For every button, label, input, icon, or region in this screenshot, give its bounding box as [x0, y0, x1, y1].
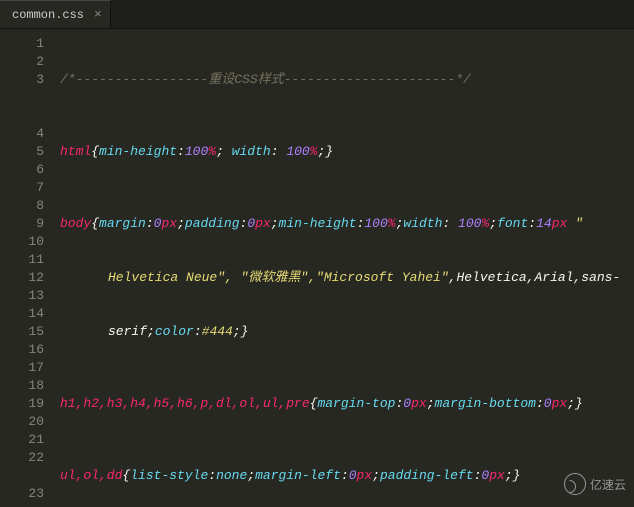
code-line: Helvetica Neue", "微软雅黑","Microsoft Yahei… [60, 269, 634, 287]
tab-common-css[interactable]: common.css × [0, 0, 111, 28]
line-number: 4 [0, 125, 44, 143]
watermark-text: 亿速云 [590, 476, 626, 493]
line-number [0, 89, 44, 107]
watermark: 亿速云 [564, 473, 626, 495]
line-number: 2 [0, 53, 44, 71]
line-number: 21 [0, 431, 44, 449]
line-number: 10 [0, 233, 44, 251]
line-number: 3 [0, 71, 44, 89]
line-number: 8 [0, 197, 44, 215]
close-icon[interactable]: × [94, 7, 102, 22]
line-number: 5 [0, 143, 44, 161]
line-number: 18 [0, 377, 44, 395]
line-number: 11 [0, 251, 44, 269]
line-number [0, 107, 44, 125]
line-number: 6 [0, 161, 44, 179]
line-number: 20 [0, 413, 44, 431]
code-line: ul,ol,dd{list-style:none;margin-left:0px… [60, 467, 634, 485]
line-number: 15 [0, 323, 44, 341]
code-line: /*-----------------重设CSS样式--------------… [60, 71, 634, 89]
line-number: 23 [0, 485, 44, 503]
line-number: 12 [0, 269, 44, 287]
tab-bar: common.css × [0, 0, 634, 29]
line-number: 14 [0, 305, 44, 323]
gutter: 1 2 3 4 5 6 7 8 9 10 11 12 13 14 15 16 1… [0, 29, 52, 507]
code-area[interactable]: /*-----------------重设CSS样式--------------… [52, 29, 634, 507]
line-number: 1 [0, 35, 44, 53]
editor: 1 2 3 4 5 6 7 8 9 10 11 12 13 14 15 16 1… [0, 29, 634, 507]
code-line: h1,h2,h3,h4,h5,h6,p,dl,ol,ul,pre{margin-… [60, 395, 634, 413]
cloud-icon [564, 473, 586, 495]
code-line: body{margin:0px;padding:0px;min-height:1… [60, 215, 634, 233]
line-number [0, 467, 44, 485]
line-number: 17 [0, 359, 44, 377]
code-line: html{min-height:100%; width: 100%;} [60, 143, 634, 161]
line-number: 19 [0, 395, 44, 413]
line-number: 9 [0, 215, 44, 233]
code-line: serif;color:#444;} [60, 323, 634, 341]
line-number: 13 [0, 287, 44, 305]
line-number: 22 [0, 449, 44, 467]
line-number: 16 [0, 341, 44, 359]
line-number: 7 [0, 179, 44, 197]
tab-filename: common.css [12, 8, 84, 22]
